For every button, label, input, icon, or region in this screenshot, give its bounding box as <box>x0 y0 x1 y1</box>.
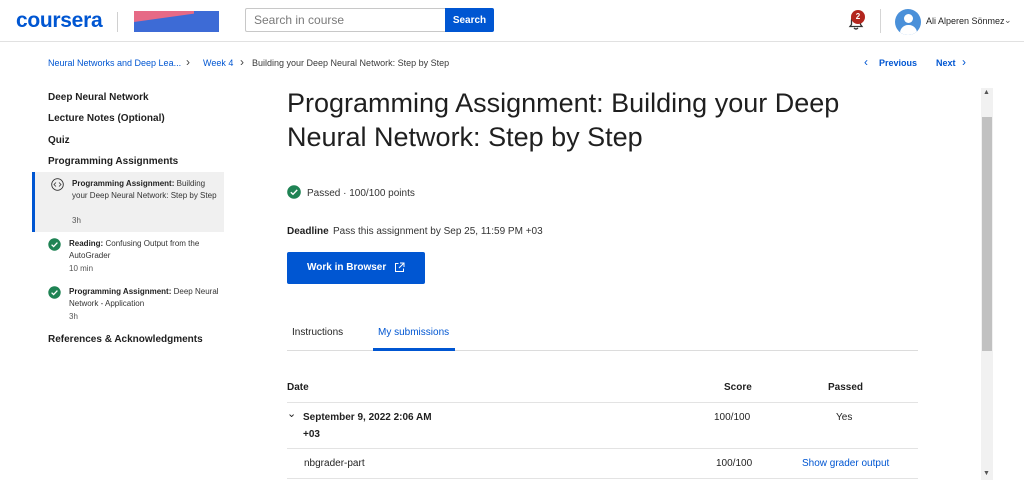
sidebar-item-label: Programming Assignment: Building your De… <box>72 179 217 200</box>
submission-score: 100/100 <box>714 412 751 423</box>
work-in-browser-button[interactable]: Work in Browser <box>287 252 425 284</box>
tab-my-submissions[interactable]: My submissions <box>378 327 449 338</box>
scroll-up-icon[interactable]: ▲ <box>983 89 990 96</box>
external-link-icon <box>395 262 405 273</box>
sidebar-heading-programming-assignments[interactable]: Programming Assignments <box>48 156 178 167</box>
sidebar-item-duration: 3h <box>69 312 78 321</box>
breadcrumb-course[interactable]: Neural Networks and Deep Lea... <box>48 58 181 68</box>
sidebar-heading-deep-neural-network[interactable]: Deep Neural Network <box>48 92 149 103</box>
partner-logo[interactable] <box>134 11 219 32</box>
code-icon <box>51 178 64 191</box>
deadline-label: Deadline <box>287 226 329 237</box>
check-circle-icon <box>48 286 61 299</box>
chevron-right-icon[interactable]: › <box>962 55 966 69</box>
sidebar-item-label: Programming Assignment: Deep Neural Netw… <box>69 287 219 308</box>
table-divider <box>287 402 918 403</box>
top-bar: coursera Search 2 Ali Alperen Sönmez ⌄ <box>0 0 1024 42</box>
page-title: Programming Assignment: Building your De… <box>287 88 840 152</box>
tab-instructions[interactable]: Instructions <box>292 327 343 338</box>
sidebar-item-building-dnn[interactable]: Programming Assignment: Building your De… <box>32 172 224 232</box>
breadcrumb-week[interactable]: Week 4 <box>203 58 233 68</box>
notification-badge: 2 <box>851 10 865 24</box>
column-header-score: Score <box>724 382 752 393</box>
show-grader-output-link[interactable]: Show grader output <box>802 458 889 469</box>
submission-passed: Yes <box>836 412 853 423</box>
avatar[interactable] <box>895 9 921 35</box>
chevron-left-icon[interactable]: ‹ <box>864 55 868 69</box>
part-name: nbgrader-part <box>304 458 365 469</box>
chevron-right-icon: › <box>240 55 244 69</box>
next-button[interactable]: Next <box>936 58 956 68</box>
submission-timezone: +03 <box>303 429 320 440</box>
breadcrumb-current: Building your Deep Neural Network: Step … <box>252 58 450 68</box>
scrollbar-thumb[interactable] <box>982 117 992 351</box>
status-text: Passed · 100/100 points <box>307 188 415 199</box>
header-divider <box>880 9 881 33</box>
coursera-logo[interactable]: coursera <box>16 9 103 33</box>
chevron-down-icon[interactable]: ⌄ <box>287 407 296 420</box>
sidebar-item-duration: 3h <box>72 216 81 225</box>
column-header-date: Date <box>287 382 309 393</box>
chevron-down-icon[interactable]: ⌄ <box>1004 15 1012 26</box>
sidebar-item-confusing-output[interactable]: Reading: Confusing Output from the AutoG… <box>32 232 224 280</box>
scroll-down-icon[interactable]: ▼ <box>983 470 990 477</box>
search-button[interactable]: Search <box>445 8 494 32</box>
search-input[interactable] <box>245 8 445 32</box>
check-circle-icon <box>287 185 301 199</box>
sidebar-heading-lecture-notes[interactable]: Lecture Notes (Optional) <box>48 113 165 124</box>
previous-button[interactable]: Previous <box>879 58 917 68</box>
check-circle-icon <box>48 238 61 251</box>
user-name[interactable]: Ali Alperen Sönmez <box>926 16 1005 26</box>
submission-date: September 9, 2022 2:06 AM <box>303 412 432 423</box>
sidebar-heading-quiz[interactable]: Quiz <box>48 135 70 146</box>
table-divider <box>287 478 918 479</box>
part-score: 100/100 <box>716 458 753 469</box>
active-tab-indicator <box>373 348 455 351</box>
sidebar-item-dnn-application[interactable]: Programming Assignment: Deep Neural Netw… <box>32 280 224 328</box>
sidebar-heading-references[interactable]: References & Acknowledgments <box>48 334 203 345</box>
logo-divider <box>117 12 118 32</box>
sidebar-item-duration: 10 min <box>69 264 94 273</box>
chevron-right-icon: › <box>186 55 190 69</box>
column-header-passed: Passed <box>828 382 864 393</box>
table-divider <box>287 448 918 449</box>
sidebar-item-label: Reading: Confusing Output from the AutoG… <box>69 239 200 260</box>
work-in-browser-label: Work in Browser <box>306 262 387 274</box>
deadline-text: Pass this assignment by Sep 25, 11:59 PM… <box>333 226 543 237</box>
